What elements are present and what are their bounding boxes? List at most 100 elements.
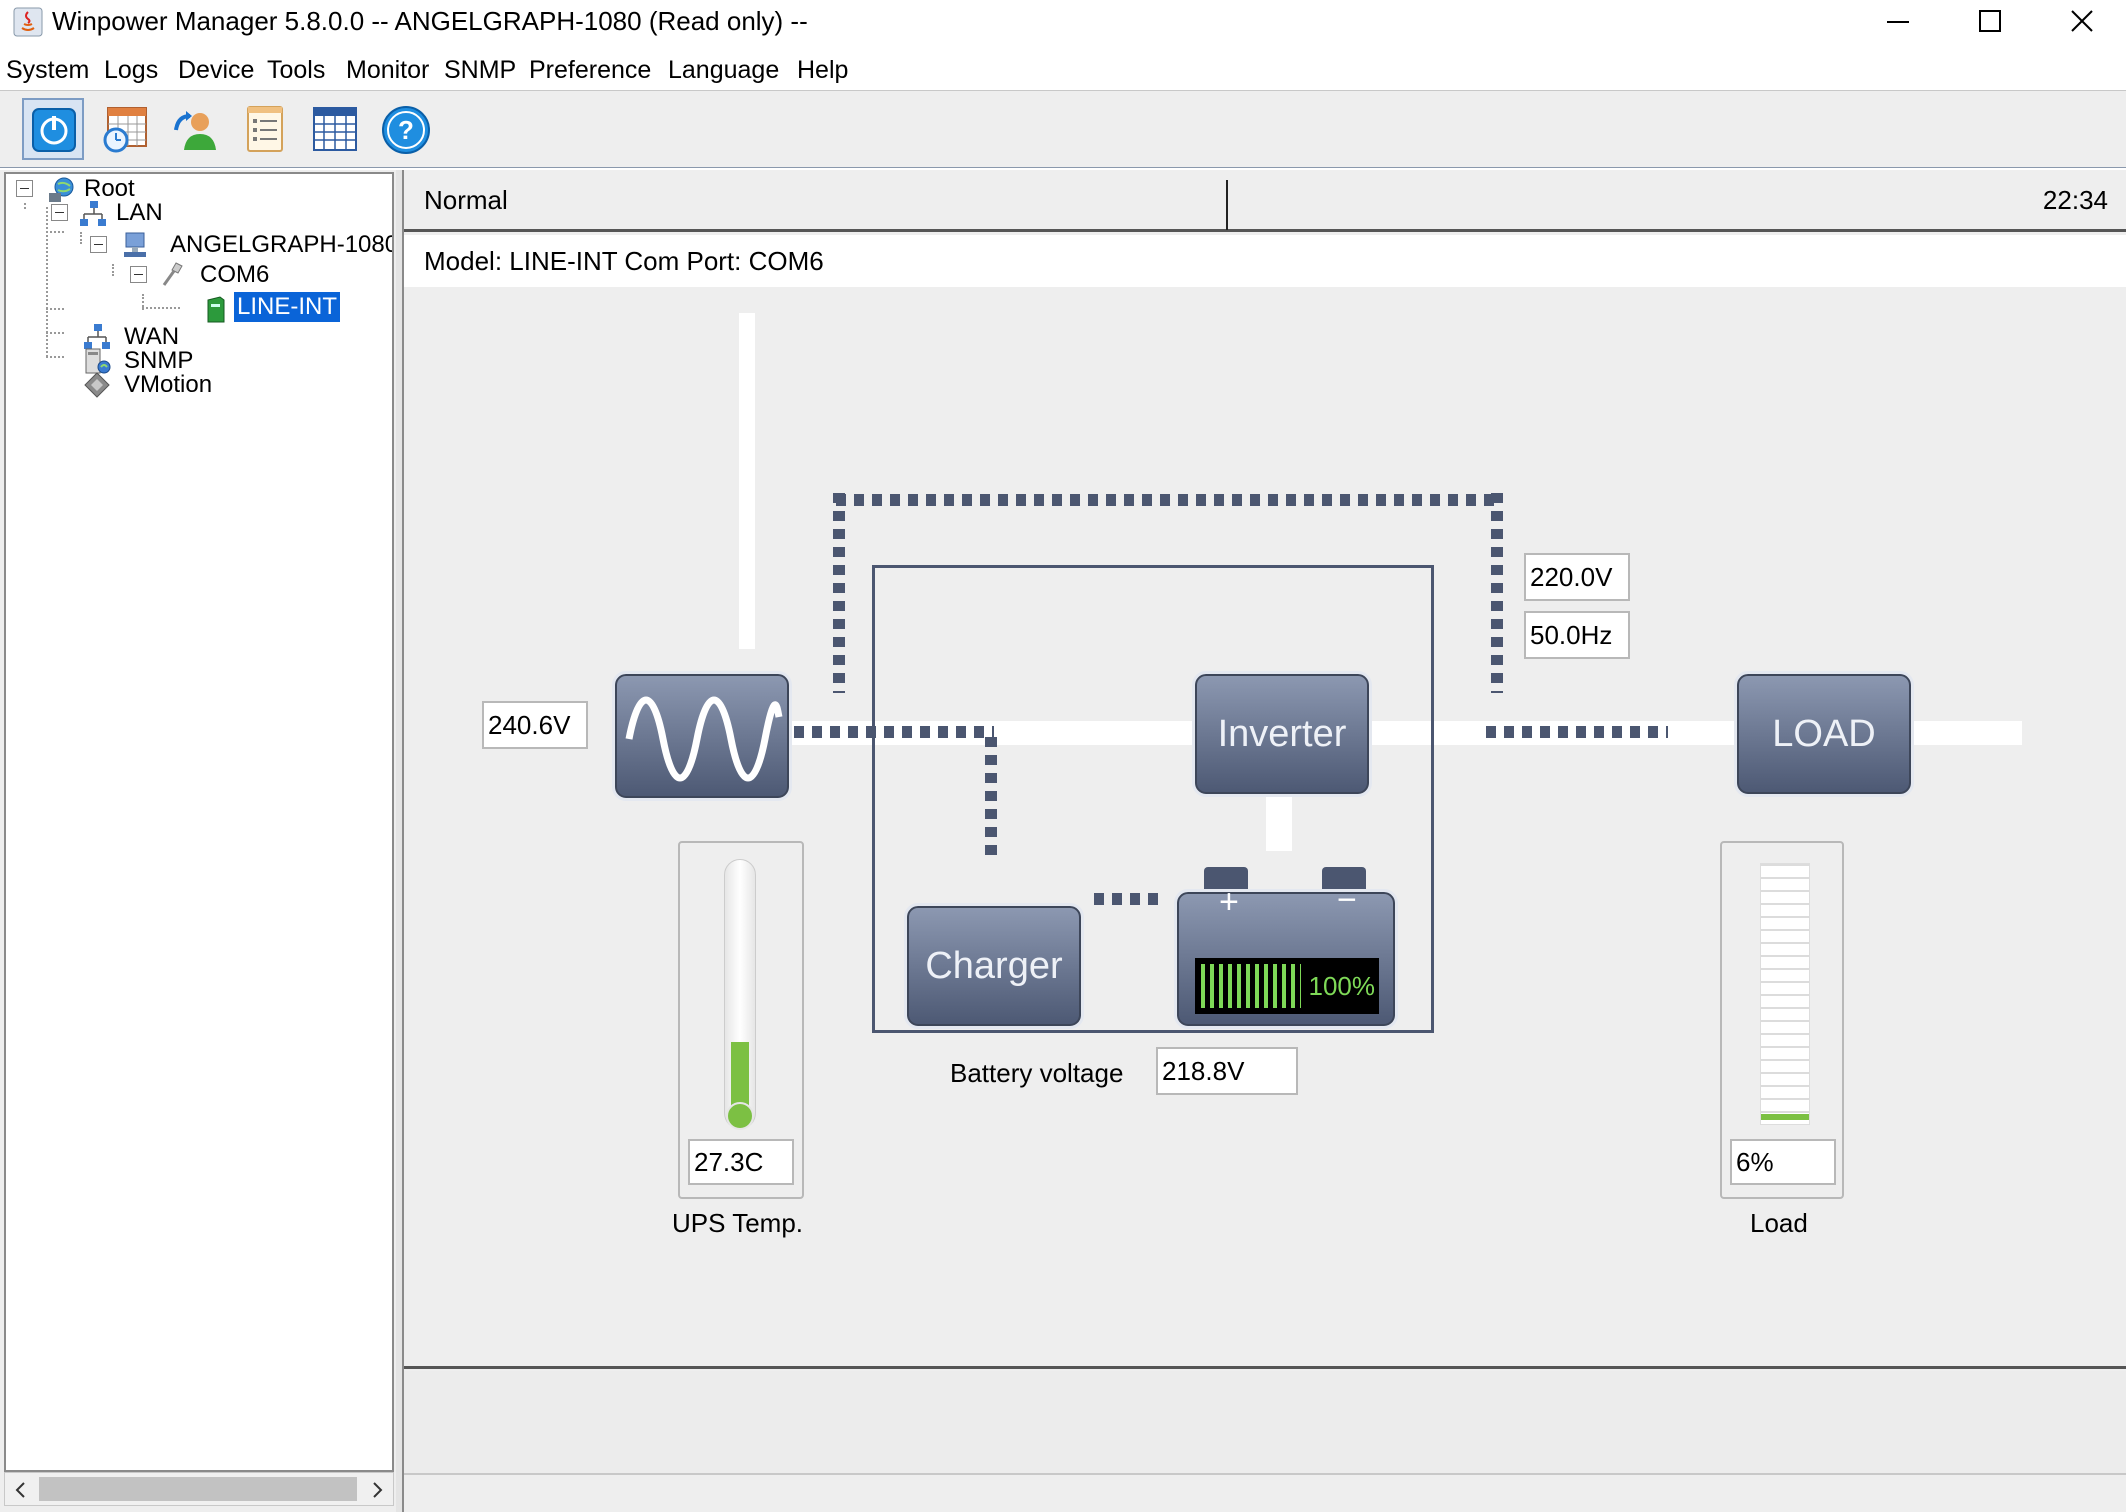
- battery-percent-text: 100%: [1308, 971, 1376, 1001]
- close-icon: [2071, 10, 2093, 32]
- close-button[interactable]: [2036, 0, 2126, 44]
- tree-horizontal-scrollbar[interactable]: [4, 1472, 394, 1506]
- sine-wave-icon: [625, 696, 783, 782]
- menu-system[interactable]: System: [6, 54, 89, 86]
- output-frequency-field: 50.0Hz: [1524, 611, 1630, 659]
- ups-temp-field: 27.3C: [688, 1139, 794, 1185]
- load-label: Load: [1750, 1208, 1808, 1238]
- device-tree: Root LAN ANGELGRAPH-1080 COM6 LINE-INT W…: [4, 172, 394, 1472]
- window-title: Winpower Manager 5.8.0.0 -- ANGELGRAPH-1…: [52, 6, 808, 36]
- port-collapse-toggle[interactable]: [130, 266, 147, 283]
- host-collapse-toggle[interactable]: [90, 236, 107, 253]
- computer-icon: [124, 232, 146, 257]
- java-app-icon: [13, 7, 43, 37]
- maximize-button[interactable]: [1944, 0, 2036, 44]
- lan-network-icon: [80, 201, 106, 226]
- user-toolbar-button[interactable]: [164, 98, 226, 160]
- event-list-toolbar-button[interactable]: [234, 98, 296, 160]
- event-message-area: [404, 1371, 2126, 1475]
- tree-item-port[interactable]: COM6: [200, 260, 269, 290]
- battery-body: + − 100%: [1174, 881, 1398, 1029]
- network-globe-icon: [49, 177, 74, 202]
- minimize-icon: [1887, 21, 1909, 23]
- status-bar: Normal 22:34: [404, 170, 2126, 232]
- tree-item-device[interactable]: LINE-INT: [234, 292, 341, 322]
- load-block[interactable]: LOAD: [1734, 671, 1914, 797]
- scrollbar-thumb[interactable]: [39, 1477, 357, 1501]
- power-monitor-icon: [32, 108, 76, 152]
- schedule-toolbar-button[interactable]: [94, 98, 156, 160]
- scroll-right-icon[interactable]: [365, 1479, 389, 1501]
- model-info-text: Model: LINE-INT Com Port: COM6: [424, 246, 824, 276]
- menu-bar: System Logs Device Tools Monitor SNMP Pr…: [0, 50, 2126, 90]
- ups-status-text: Normal: [424, 185, 508, 215]
- minimize-button[interactable]: [1852, 0, 1944, 44]
- ups-device-icon: [207, 296, 225, 323]
- tree-connector: [46, 207, 48, 357]
- vmotion-icon: [84, 372, 110, 398]
- monitor-toolbar-button[interactable]: [22, 98, 84, 160]
- tree-connector: [80, 232, 82, 244]
- bypass-path-dots: [833, 493, 845, 693]
- battery-voltage-label: Battery voltage: [950, 1058, 1124, 1088]
- menu-help[interactable]: Help: [797, 54, 848, 86]
- menu-tools[interactable]: Tools: [267, 54, 325, 86]
- inverter-block[interactable]: Inverter: [1192, 671, 1372, 797]
- help-icon: ?: [382, 106, 430, 154]
- device-tree-panel: Root LAN ANGELGRAPH-1080 COM6 LINE-INT W…: [0, 170, 396, 1512]
- tree-item-vmotion[interactable]: VMotion: [124, 370, 212, 400]
- tree-connector: [142, 307, 180, 309]
- toolbar: ?: [0, 91, 2126, 168]
- tree-item-host[interactable]: ANGELGRAPH-1080: [170, 230, 392, 260]
- bottom-panel: [404, 1371, 2126, 1512]
- data-table-toolbar-button[interactable]: [304, 98, 366, 160]
- model-info-bar: Model: LINE-INT Com Port: COM6: [404, 235, 2126, 287]
- svg-text:?: ?: [398, 115, 414, 145]
- thermometer-bulb: [726, 1102, 754, 1130]
- event-list-icon: [247, 106, 283, 152]
- battery-voltage-field: 218.8V: [1156, 1047, 1298, 1095]
- load-level-fill: [1761, 1114, 1809, 1120]
- lan-collapse-toggle[interactable]: [51, 204, 68, 221]
- schedule-icon: [103, 107, 147, 153]
- scroll-left-icon[interactable]: [9, 1479, 33, 1501]
- menu-monitor[interactable]: Monitor: [346, 54, 429, 86]
- battery-level-bars: [1201, 964, 1301, 1008]
- tree-item-lan[interactable]: LAN: [116, 198, 163, 228]
- ups-temp-label: UPS Temp.: [672, 1208, 804, 1238]
- battery-minus-sign: −: [1337, 881, 1357, 919]
- bypass-path-dots: [1491, 493, 1503, 693]
- status-time: 22:34: [2042, 185, 2108, 215]
- battery-block[interactable]: + − 100%: [1174, 867, 1398, 1029]
- maximize-icon: [1979, 10, 2001, 32]
- load-gauge-panel: 6%: [1720, 841, 1844, 1199]
- menu-snmp[interactable]: SNMP: [444, 54, 516, 86]
- bypass-path-left-bar: [739, 313, 755, 649]
- serial-port-icon: [162, 262, 183, 286]
- menu-preference[interactable]: Preference: [529, 54, 651, 86]
- ups-flow-diagram: 240.6V Inverter Charger + − 100% 220.0V …: [404, 287, 2126, 1369]
- tree-connector: [46, 231, 64, 233]
- tree-connector: [46, 332, 64, 334]
- menu-device[interactable]: Device: [178, 54, 254, 86]
- user-icon: [174, 111, 216, 150]
- battery-level-display: 100%: [1195, 958, 1379, 1014]
- output-voltage-field: 220.0V: [1524, 553, 1630, 601]
- tree-connector: [46, 356, 64, 358]
- bypass-path-dots: [836, 494, 1496, 506]
- tree-connector: [46, 308, 64, 310]
- ups-temp-gauge-panel: 27.3C: [678, 841, 804, 1199]
- root-collapse-toggle[interactable]: [16, 180, 33, 197]
- tree-connector: [112, 264, 114, 276]
- help-toolbar-button[interactable]: ?: [374, 98, 436, 160]
- status-divider: [1226, 180, 1228, 230]
- output-path-dots: [1486, 726, 1668, 738]
- menu-language[interactable]: Language: [668, 54, 779, 86]
- input-voltage-field: 240.6V: [482, 701, 588, 749]
- charger-block[interactable]: Charger: [904, 903, 1084, 1029]
- load-percent-field: 6%: [1730, 1139, 1836, 1185]
- ac-input-block[interactable]: [612, 671, 792, 801]
- menu-logs[interactable]: Logs: [104, 54, 158, 86]
- load-level-scale: [1760, 863, 1810, 1125]
- data-table-icon: [313, 107, 357, 151]
